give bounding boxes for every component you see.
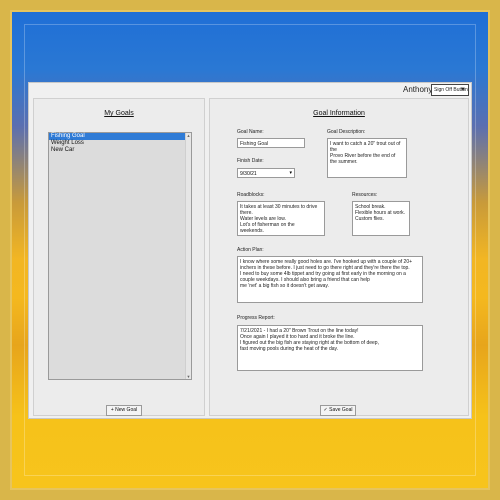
resources-label: Resources:	[352, 192, 378, 198]
resources-textarea[interactable]: School break. Flexible hours at work. Cu…	[352, 201, 410, 236]
save-goal-button[interactable]: ✓ Save Goal	[320, 405, 356, 416]
finish-date-value: 9/30/21	[240, 171, 257, 177]
scroll-down-arrow-icon[interactable]: ▼	[186, 374, 191, 379]
finish-date-picker[interactable]: 9/30/21 ▾	[237, 168, 295, 178]
goal-description-textarea[interactable]: I want to catch a 20" trout out of the P…	[327, 138, 407, 178]
goals-list[interactable]: Fishing Goal Weight Loss New Car ▲ ▼	[48, 132, 192, 380]
my-goals-panel: My Goals Fishing Goal Weight Loss New Ca…	[33, 98, 205, 416]
goal-information-panel: Goal Information Goal Name: Fishing Goal…	[209, 98, 469, 416]
goal-name-label: Goal Name:	[237, 129, 264, 135]
chevron-down-icon: ▾	[289, 170, 292, 176]
roadblocks-textarea[interactable]: It takes at least 30 minutes to drive th…	[237, 201, 325, 236]
finish-date-label: Finish Date:	[237, 158, 264, 164]
progress-report-textarea[interactable]: 7/21/2021 - I had a 20" Brown Trout on t…	[237, 325, 423, 371]
goal-description-label: Goal Description:	[327, 129, 366, 135]
action-plan-textarea[interactable]: I know where some really good holes are.…	[237, 256, 423, 303]
my-goals-title: My Goals	[104, 110, 134, 117]
action-plan-label: Action Plan:	[237, 247, 264, 253]
progress-report-label: Progress Report:	[237, 315, 275, 321]
goal-list-item[interactable]: New Car	[49, 147, 191, 154]
username-label: Anthony	[403, 85, 433, 94]
goal-information-title: Goal Information	[313, 110, 365, 117]
goal-name-input[interactable]: Fishing Goal	[237, 138, 305, 148]
goals-list-scrollbar[interactable]: ▲ ▼	[185, 133, 191, 379]
goal-list-item[interactable]: Fishing Goal	[49, 133, 191, 140]
new-goal-button[interactable]: + New Goal	[106, 405, 142, 416]
scroll-up-arrow-icon[interactable]: ▲	[186, 133, 191, 138]
goal-tracker-window: Anthony Sign Off Button ▼ My Goals Fishi…	[28, 82, 472, 419]
user-menu-select[interactable]: Sign Off Button ▼	[431, 84, 469, 96]
roadblocks-label: Roadblocks:	[237, 192, 265, 198]
goal-list-item[interactable]: Weight Loss	[49, 140, 191, 147]
chevron-down-icon: ▼	[460, 87, 466, 93]
top-bar: Anthony Sign Off Button ▼	[29, 83, 471, 98]
